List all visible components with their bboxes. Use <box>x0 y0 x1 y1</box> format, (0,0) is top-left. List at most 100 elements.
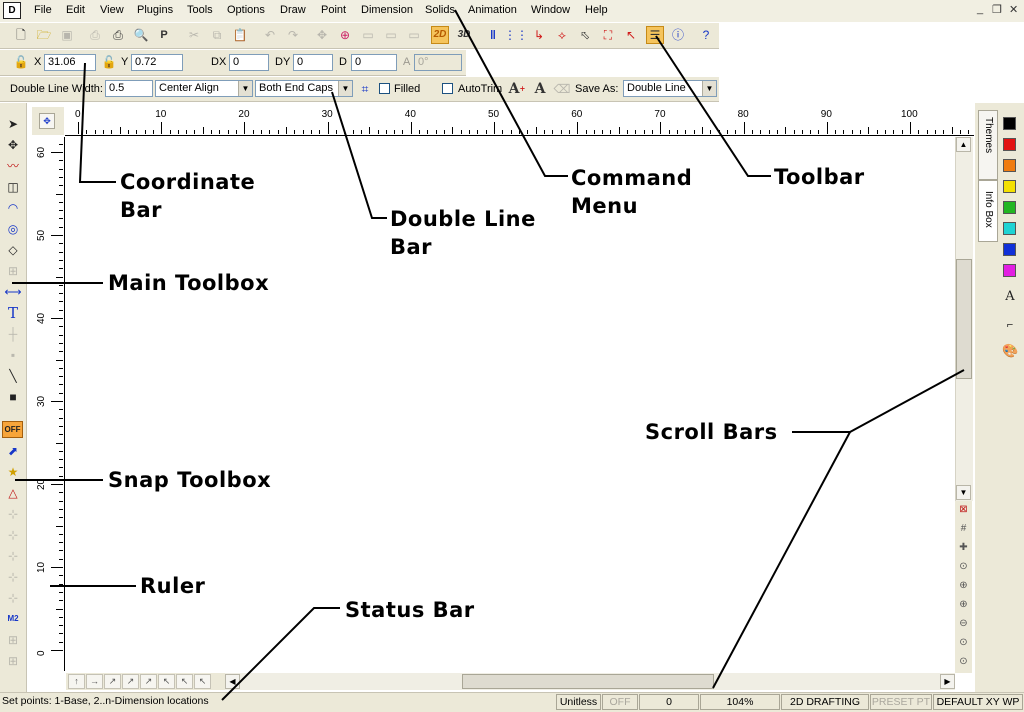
snap-grid-alt-icon[interactable]: ⊞ <box>4 652 22 670</box>
zoom-window-icon[interactable]: ⊠ <box>956 502 971 517</box>
scroll-left-icon[interactable]: ◀ <box>225 674 240 689</box>
line-style-icon[interactable]: ⌐ <box>1002 317 1018 333</box>
angle-field[interactable]: 0° <box>414 54 462 71</box>
menu-window[interactable]: Window <box>531 4 570 16</box>
dy-field[interactable]: 0 <box>293 54 333 71</box>
redo-icon[interactable]: ↷ <box>284 26 302 44</box>
menu-dimension[interactable]: Dimension <box>361 4 413 16</box>
snap-angle-15-icon[interactable]: ↗ <box>104 674 121 689</box>
snap-off-button[interactable]: OFF <box>2 421 23 438</box>
restore-icon[interactable]: ❐ <box>992 3 1002 16</box>
menu-animation[interactable]: Animation <box>468 4 517 16</box>
filled-checkbox[interactable] <box>379 83 390 94</box>
print-setup-icon[interactable]: ⎙ <box>109 26 127 44</box>
app-icon[interactable]: D <box>3 2 21 19</box>
menu-options[interactable]: Options <box>227 4 265 16</box>
grid-icon[interactable]: # <box>956 521 971 536</box>
line-icon[interactable]: ╲ <box>4 367 22 385</box>
zoom-extents-icon[interactable]: ⊕ <box>956 578 971 593</box>
horizontal-scroll-thumb[interactable] <box>462 674 714 689</box>
snap-angle-135-icon[interactable]: ↖ <box>176 674 193 689</box>
tab-themes[interactable]: Themes <box>978 110 998 180</box>
snap-angle-105-icon[interactable]: ↖ <box>158 674 175 689</box>
align-select[interactable]: Center Align ▼ <box>155 80 253 97</box>
menu-plugins[interactable]: Plugins <box>137 4 173 16</box>
chevron-down-icon[interactable]: ▼ <box>238 81 252 96</box>
scroll-down-icon[interactable]: ▼ <box>956 485 971 500</box>
select-shape-icon[interactable]: ⬁ <box>576 26 594 44</box>
menu-tools[interactable]: Tools <box>187 4 213 16</box>
snap-perpendicular-icon[interactable]: ⊹ <box>4 589 22 607</box>
crosshair-icon[interactable]: ┼ <box>4 325 22 343</box>
move-icon[interactable]: ✥ <box>313 26 331 44</box>
zoom-in-icon[interactable]: ⊕ <box>956 597 971 612</box>
dotted-columns-icon[interactable]: ⋮⋮ <box>504 26 528 44</box>
snap-select-icon[interactable]: ⬈ <box>4 442 22 460</box>
print-icon[interactable]: ⎙ <box>86 26 104 44</box>
d-field[interactable]: 0 <box>351 54 397 71</box>
parallel-icon[interactable]: ‖ <box>484 26 502 44</box>
lock-icon[interactable]: 🔓 <box>100 53 118 71</box>
move-icon[interactable]: ✥ <box>4 136 22 154</box>
save-icon[interactable]: ▣ <box>58 26 76 44</box>
font-icon[interactable]: A <box>531 80 549 98</box>
print-preview-icon[interactable]: 🔍 <box>132 26 150 44</box>
arc-icon[interactable]: ◠ <box>4 199 22 217</box>
color-swatch[interactable] <box>1003 180 1016 193</box>
autotrim-checkbox[interactable] <box>442 83 453 94</box>
cut-icon[interactable]: ✂ <box>185 26 203 44</box>
paste-icon[interactable]: 📋 <box>231 26 249 44</box>
menu-file[interactable]: File <box>34 4 52 16</box>
circle-icon[interactable]: ◎ <box>4 220 22 238</box>
layer-tool-icon[interactable]: ▪ <box>4 346 22 364</box>
mirror-icon[interactable]: ⊞ <box>4 262 22 280</box>
minimize-icon[interactable]: _ <box>977 3 983 15</box>
text-icon[interactable]: T <box>4 304 22 322</box>
zoom-previous-icon[interactable]: ⊙ <box>956 559 971 574</box>
double-line-width-field[interactable]: 0.5 <box>105 80 153 97</box>
ruler-origin-icon[interactable]: ✥ <box>39 113 55 129</box>
publish-icon[interactable]: P <box>155 26 173 44</box>
ruler-corner[interactable]: ✥ <box>32 107 64 135</box>
layers-icon[interactable]: ☰ <box>646 26 664 44</box>
y-field[interactable]: 0.72 <box>131 54 183 71</box>
save-as-select[interactable]: Double Line ▼ <box>623 80 717 97</box>
snap-grid-icon[interactable]: ⊞ <box>4 631 22 649</box>
block-icon[interactable]: ▭ <box>405 26 423 44</box>
double-line-style-icon[interactable]: ⌗ <box>356 80 374 98</box>
open-folder-icon[interactable]: 🗁 <box>35 26 53 44</box>
pointer-handles-icon[interactable]: ↖ <box>622 26 640 44</box>
zoom-all-icon[interactable]: ⊙ <box>956 635 971 650</box>
snap-angle-75-icon[interactable]: ↗ <box>140 674 157 689</box>
arrows-icon[interactable]: ↳ <box>530 26 548 44</box>
chevron-down-icon[interactable]: ▼ <box>702 81 716 96</box>
menu-point[interactable]: Point <box>321 4 346 16</box>
menu-edit[interactable]: Edit <box>66 4 85 16</box>
scroll-up-icon[interactable]: ▲ <box>956 137 971 152</box>
lock-icon[interactable]: 🔓 <box>12 53 30 71</box>
snap-endpoint-icon[interactable]: ⊹ <box>4 505 22 523</box>
font-increase-icon[interactable]: A + <box>508 80 526 98</box>
handles-icon[interactable]: ⛶ <box>599 26 617 44</box>
group-icon[interactable]: ▭ <box>359 26 377 44</box>
snap-intersect-icon[interactable]: ⊹ <box>4 568 22 586</box>
horizontal-scrollbar[interactable]: ◀ ▶ <box>225 673 955 690</box>
snap-angle-0-icon[interactable]: → <box>86 674 103 689</box>
snap-angle-165-icon[interactable]: ↖ <box>194 674 211 689</box>
eraser-icon[interactable]: ⌫ <box>553 80 571 98</box>
color-swatch[interactable] <box>1003 264 1016 277</box>
color-swatch[interactable] <box>1003 159 1016 172</box>
x-field[interactable]: 31.06 <box>44 54 96 71</box>
pan-icon[interactable]: ✚ <box>956 540 971 555</box>
help-pointer-icon[interactable]: ? <box>697 26 715 44</box>
polyline-icon[interactable]: 〰 <box>4 157 22 175</box>
vertical-scrollbar[interactable]: ▲ ▼ <box>955 137 973 501</box>
color-swatch[interactable] <box>1003 243 1016 256</box>
snap-angle-45-icon[interactable]: ↗ <box>122 674 139 689</box>
rectangle-3d-icon[interactable]: ◫ <box>4 178 22 196</box>
scroll-right-icon[interactable]: ▶ <box>940 674 955 689</box>
undo-icon[interactable]: ↶ <box>261 26 279 44</box>
ungroup-icon[interactable]: ▭ <box>382 26 400 44</box>
horizontal-ruler[interactable]: 0 10 20 30 40 50 60 70 80 90 100 <box>65 107 978 136</box>
text-style-icon[interactable]: A <box>1002 289 1018 305</box>
